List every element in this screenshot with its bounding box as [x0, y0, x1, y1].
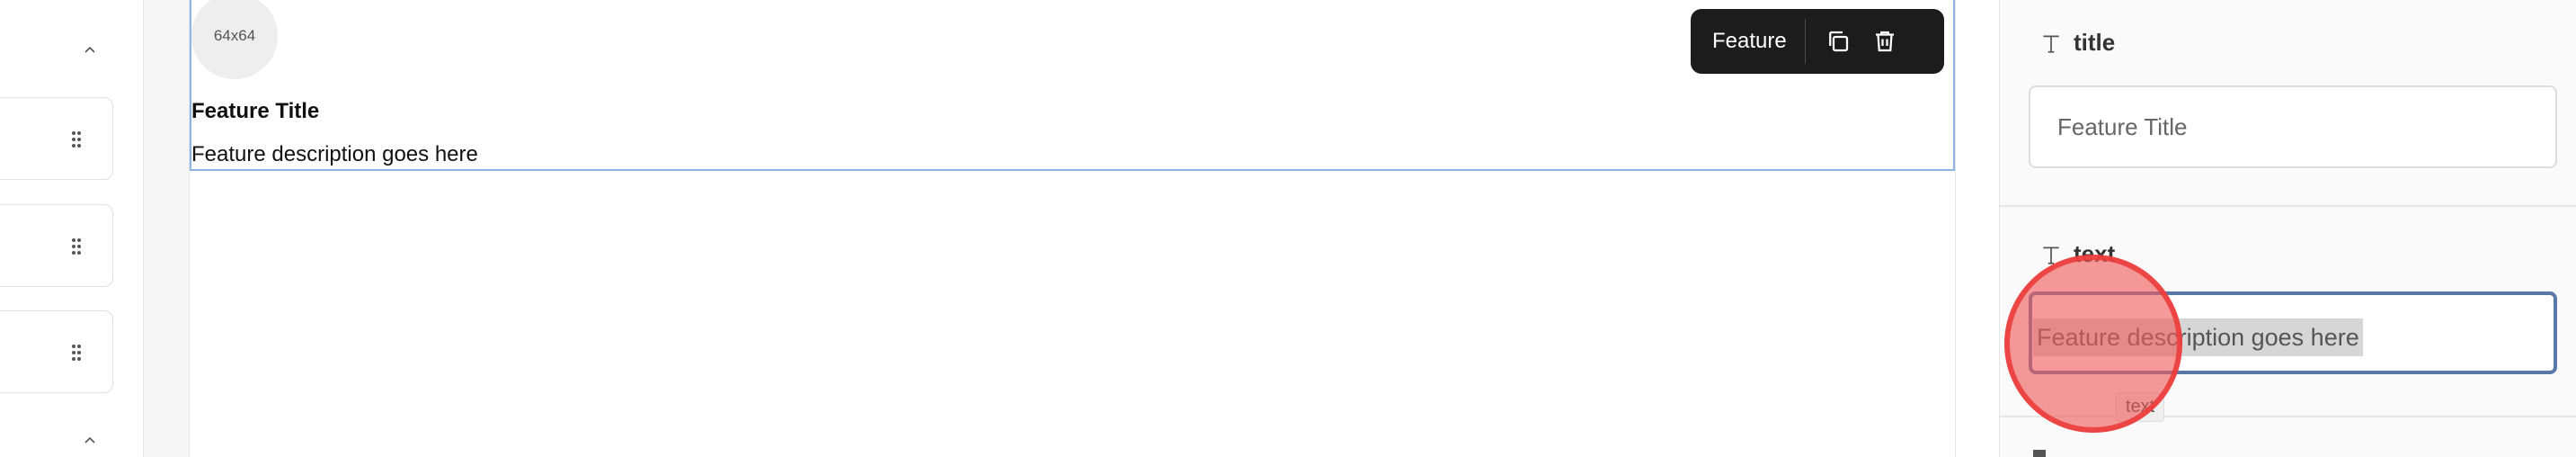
editor-canvas: 64x64 Feature Title Feature description …: [189, 0, 1956, 457]
next-field-indicator: [2033, 450, 2046, 457]
trash-icon[interactable]: [1861, 18, 1908, 65]
feature-title[interactable]: Feature Title: [191, 99, 319, 124]
chevron-up-icon[interactable]: [77, 38, 102, 63]
title-field-input[interactable]: [2029, 85, 2557, 168]
drag-handle-icon[interactable]: [67, 129, 85, 150]
text-field-label: text: [2039, 240, 2115, 268]
block-type-label[interactable]: Feature: [1703, 29, 1796, 54]
layer-card[interactable]: [0, 310, 113, 393]
toolbar-divider: [1804, 19, 1806, 64]
text-field-label-text: text: [2074, 240, 2116, 267]
block-toolbar: Feature: [1691, 9, 1944, 74]
title-field-label-text: title: [2074, 29, 2116, 56]
section-divider: [2000, 205, 2576, 207]
image-placeholder[interactable]: 64x64: [191, 0, 278, 79]
layer-card[interactable]: [0, 97, 113, 180]
drag-handle-icon[interactable]: [67, 236, 85, 257]
left-panel: [0, 0, 144, 457]
text-type-icon: [2043, 35, 2059, 53]
field-tooltip: text: [2116, 392, 2165, 422]
canvas-gutter: [144, 0, 189, 457]
layer-card[interactable]: [0, 204, 113, 287]
section-divider: [2000, 416, 2576, 417]
properties-panel: title text: [1999, 0, 2576, 457]
feature-description[interactable]: Feature description goes here: [191, 142, 478, 167]
title-field-label: title: [2039, 29, 2115, 57]
drag-handle-icon[interactable]: [67, 342, 85, 363]
copy-icon[interactable]: [1815, 18, 1861, 65]
text-type-icon: [2043, 246, 2059, 264]
text-field-value[interactable]: Feature description goes here: [2033, 318, 2363, 356]
chevron-up-icon[interactable]: [77, 428, 102, 453]
feature-block[interactable]: 64x64 Feature Title Feature description …: [190, 0, 1955, 171]
